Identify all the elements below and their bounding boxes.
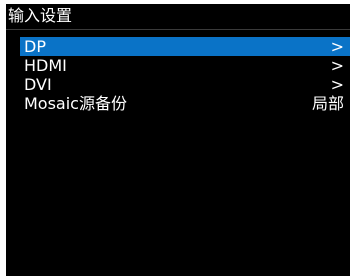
chevron-right-icon: >: [330, 75, 344, 94]
menu-item-dvi[interactable]: DVI >: [20, 75, 350, 94]
menu-item-label: DVI: [24, 75, 52, 94]
menu-item-value: 局部: [311, 94, 344, 113]
menu-item-label: Mosaic源备份: [24, 94, 127, 113]
menu-item-label: HDMI: [24, 56, 67, 75]
page-title: 输入设置: [8, 6, 73, 25]
menu-item-mosaic-backup[interactable]: Mosaic源备份 局部: [20, 94, 350, 113]
menu-item-label: DP: [24, 37, 46, 56]
chevron-right-icon: >: [330, 37, 344, 56]
menu-item-dp[interactable]: DP >: [20, 37, 350, 56]
osd-screen: 输入设置 DP > HDMI > DVI > Mosaic源备份 局部: [6, 4, 350, 276]
chevron-right-icon: >: [330, 56, 344, 75]
menu-item-hdmi[interactable]: HDMI >: [20, 56, 350, 75]
title-divider: [6, 29, 350, 30]
input-settings-menu: DP > HDMI > DVI > Mosaic源备份 局部: [20, 37, 350, 113]
